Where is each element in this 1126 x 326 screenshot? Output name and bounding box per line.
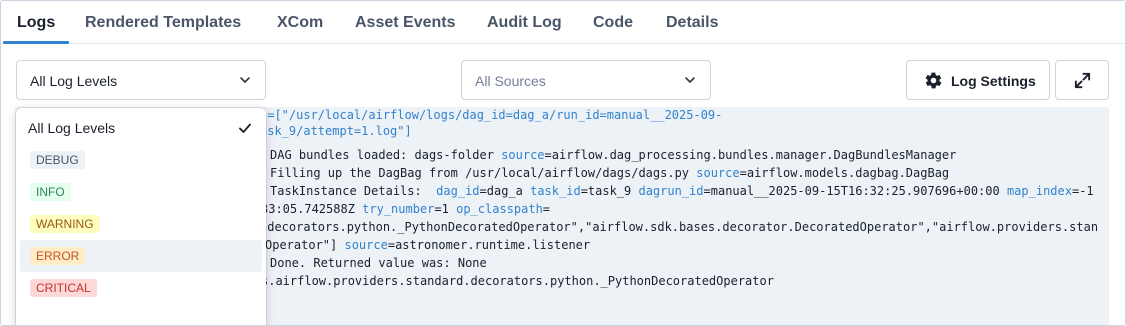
log-level-select-value: All Log Levels xyxy=(30,73,118,89)
sources-select-placeholder: All Sources xyxy=(475,73,546,89)
log-level-option-error[interactable]: ERROR xyxy=(20,240,262,272)
log-key: source xyxy=(696,166,740,180)
log-value: =task_9 xyxy=(580,184,639,198)
level-badge-warning: WARNING xyxy=(30,215,100,233)
log-line: Done. Returned value was: None xyxy=(270,256,487,270)
task-instance-panel: Logs Rendered Templates XCom Asset Event… xyxy=(0,0,1126,326)
log-level-dropdown: All Log Levels DEBUG INFO WARNING ERROR … xyxy=(16,108,266,325)
log-text: TaskInstance Details: xyxy=(270,184,437,198)
checkmark-icon xyxy=(239,123,251,133)
tab-xcom[interactable]: XCom xyxy=(277,14,323,32)
log-line: Operator"] source=astronomer.runtime.lis… xyxy=(265,236,590,254)
log-key: source xyxy=(344,238,388,252)
log-line: 33:05.742588Z try_number=1 op_classpath= xyxy=(261,200,550,218)
log-value: =dag_a xyxy=(479,184,531,198)
log-level-option-all[interactable]: All Log Levels xyxy=(20,112,262,144)
log-key: source xyxy=(501,148,545,162)
log-key: op_classpath xyxy=(456,202,543,216)
log-text: Operator"] xyxy=(265,238,345,252)
log-text: 33:05.742588Z xyxy=(261,202,363,216)
level-badge-critical: CRITICAL xyxy=(30,279,97,297)
log-key: dagrun_id xyxy=(638,184,704,198)
log-key: task_id xyxy=(530,184,581,198)
tab-logs[interactable]: Logs xyxy=(17,14,55,32)
log-value: =manual__2025-09-15T16:32:25.907696+00:0… xyxy=(703,184,1007,198)
log-level-option-critical[interactable]: CRITICAL xyxy=(20,272,262,304)
log-key: map_index xyxy=(1006,184,1072,198)
log-line: DAG bundles loaded: dags-folder source=a… xyxy=(270,146,956,164)
log-line: .decorators.python._PythonDecoratedOpera… xyxy=(260,220,1099,234)
tab-audit-log[interactable]: Audit Log xyxy=(487,14,562,32)
tab-asset-events[interactable]: Asset Events xyxy=(355,14,456,32)
option-label: All Log Levels xyxy=(28,120,116,136)
log-line: TaskInstance Details: dag_id=dag_a task_… xyxy=(270,182,1094,200)
level-badge-info: INFO xyxy=(30,183,71,201)
log-level-option-debug[interactable]: DEBUG xyxy=(20,144,262,176)
log-level-option-info[interactable]: INFO xyxy=(20,176,262,208)
level-badge-debug: DEBUG xyxy=(30,151,85,169)
log-text: DAG bundles loaded: dags-folder xyxy=(270,148,502,162)
log-level-select[interactable]: All Log Levels xyxy=(16,60,266,100)
tab-code[interactable]: Code xyxy=(593,14,633,32)
log-settings-button[interactable]: Log Settings xyxy=(906,60,1050,100)
log-key: dag_id xyxy=(436,184,480,198)
chevron-down-icon xyxy=(685,77,695,83)
log-value: = xyxy=(542,202,551,216)
expand-icon xyxy=(1074,72,1091,89)
log-level-option-warning[interactable]: WARNING xyxy=(20,208,262,240)
log-line: Filling up the DagBag from /usr/local/ai… xyxy=(270,164,949,182)
tab-rendered-templates[interactable]: Rendered Templates xyxy=(85,14,241,32)
tab-details[interactable]: Details xyxy=(666,14,718,32)
log-value: =astronomer.runtime.listener xyxy=(387,238,591,252)
active-tab-indicator xyxy=(3,41,69,44)
log-line: ask_9/attempt=1.log"] xyxy=(260,124,412,138)
log-key: try_number xyxy=(362,202,435,216)
sources-select[interactable]: All Sources xyxy=(461,60,711,100)
chevron-down-icon xyxy=(240,77,250,83)
log-text: Filling up the DagBag from /usr/local/ai… xyxy=(270,166,697,180)
gear-icon xyxy=(925,72,942,89)
log-value: =airflow.dag_processing.bundles.manager.… xyxy=(544,148,957,162)
level-badge-error: ERROR xyxy=(30,247,86,265)
log-value: =-1 xyxy=(1071,184,1094,198)
log-settings-label: Log Settings xyxy=(951,73,1036,89)
log-value: =1 xyxy=(434,202,457,216)
fullscreen-button[interactable] xyxy=(1055,60,1109,100)
tab-bar: Logs Rendered Templates XCom Asset Event… xyxy=(1,1,1125,44)
log-value: =airflow.models.dagbag.DagBag xyxy=(739,166,950,180)
log-line: s.airflow.providers.standard.decorators.… xyxy=(261,274,774,288)
